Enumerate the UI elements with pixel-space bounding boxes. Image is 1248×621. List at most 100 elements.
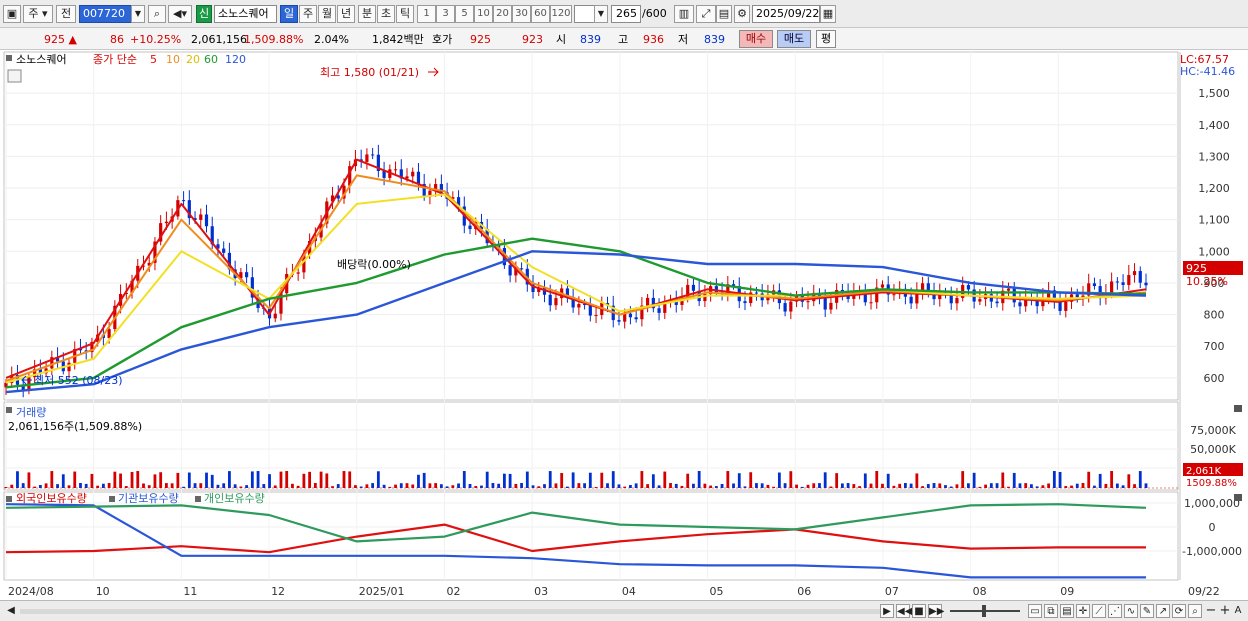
stop-icon[interactable]: ■: [912, 604, 926, 618]
interval-30[interactable]: 30: [512, 5, 531, 23]
zoom-out-icon[interactable]: −: [1204, 604, 1218, 618]
line-tool-icon[interactable]: ⤢: [696, 5, 716, 23]
volume-bar: [61, 474, 65, 488]
pen-icon[interactable]: ✎: [1140, 604, 1154, 618]
candle-body: [508, 265, 512, 276]
close-panel-icon[interactable]: [1234, 405, 1242, 412]
volume-bar: [909, 483, 913, 488]
panel-marker-icon: [109, 496, 115, 502]
interval-5[interactable]: 5: [455, 5, 474, 23]
volume-bar: [1110, 471, 1114, 488]
current-price: 925 ▲: [44, 32, 77, 48]
candle-body: [955, 297, 959, 304]
average-button[interactable]: 평: [816, 30, 836, 48]
volume-y-tick: 75,000K: [1190, 424, 1236, 437]
layout-icon[interactable]: ▣: [3, 5, 21, 23]
volume-bar: [319, 471, 323, 488]
scroll-right-icon[interactable]: ▶: [880, 604, 894, 618]
period-second[interactable]: 초: [377, 5, 395, 23]
candle-body: [1110, 281, 1114, 294]
trendline-icon[interactable]: ⟋: [1092, 604, 1106, 618]
volume-value: 2,061,156: [191, 33, 247, 46]
candle-body: [296, 272, 300, 274]
volume-bar: [79, 483, 82, 488]
period-tick[interactable]: 틱: [396, 5, 414, 23]
period-week[interactable]: 주: [299, 5, 317, 23]
auto-scale-icon[interactable]: A: [1231, 604, 1245, 618]
grid-toggle-icon[interactable]: [7, 69, 22, 83]
interval-20[interactable]: 20: [493, 5, 512, 23]
rewind-icon[interactable]: ◀◀: [896, 604, 912, 618]
candle-body: [789, 301, 793, 312]
volume-bar: [256, 471, 260, 488]
candle-body: [634, 317, 638, 320]
volume-bar: [840, 483, 844, 488]
volume-bar: [176, 472, 180, 488]
speaker-icon[interactable]: ◀▾: [168, 5, 192, 23]
shin-button[interactable]: 신: [196, 5, 212, 23]
zoom-in-icon[interactable]: +: [1218, 604, 1232, 618]
interval-60[interactable]: 60: [531, 5, 550, 23]
table-icon[interactable]: ▤: [1060, 604, 1074, 618]
volume-bar: [1104, 483, 1108, 488]
stock-chart[interactable]: 1,5001,4001,3001,2001,1001,0009008007006…: [0, 50, 1248, 600]
gear-icon[interactable]: ⚙: [734, 5, 750, 23]
search-icon[interactable]: ⌕: [1188, 604, 1202, 618]
holdings-y-tick: -1,000,000: [1182, 545, 1242, 558]
volume-bar: [926, 484, 930, 488]
close-panel-icon[interactable]: [1234, 494, 1242, 501]
wave-icon[interactable]: ∿: [1124, 604, 1138, 618]
price-y-tick: 1,200: [1198, 182, 1230, 195]
interval-120[interactable]: 120: [550, 5, 572, 23]
fast-forward-icon[interactable]: ▶▶: [928, 604, 944, 618]
volume-bar: [514, 483, 518, 488]
arrow-icon[interactable]: ↗: [1156, 604, 1170, 618]
interval-10[interactable]: 10: [474, 5, 493, 23]
volume-bar: [457, 483, 460, 488]
volume-bar: [692, 483, 695, 488]
volume-bar: [749, 472, 753, 488]
buy-button[interactable]: 매수: [739, 30, 773, 48]
volume-bar: [674, 483, 678, 488]
sell-button[interactable]: 매도: [777, 30, 811, 48]
interval-3[interactable]: 3: [436, 5, 455, 23]
quote-bar: 925 ▲ 86 +10.25% 2,061,156 1,509.88% 2.0…: [0, 28, 1248, 50]
volume-bar: [1070, 485, 1073, 488]
type-select[interactable]: 주 ▾: [23, 5, 53, 23]
current-price-badge-text: 925: [1186, 262, 1207, 275]
zoom-slider-handle[interactable]: [982, 605, 986, 617]
redraw-icon[interactable]: ⟳: [1172, 604, 1186, 618]
candle-type-icon[interactable]: ▥: [674, 5, 694, 23]
save-icon[interactable]: ▤: [716, 5, 732, 23]
fib-icon[interactable]: ⋰: [1108, 604, 1122, 618]
period-year[interactable]: 년: [337, 5, 355, 23]
price-y-tick: 1,300: [1198, 150, 1230, 163]
volume-bar: [342, 471, 346, 488]
volume-bar: [875, 471, 879, 488]
period-day[interactable]: 일: [280, 5, 298, 23]
volume-bar: [737, 473, 741, 488]
scroll-track[interactable]: [20, 609, 880, 614]
prev-button[interactable]: 전: [56, 5, 76, 23]
candle-body: [909, 296, 913, 304]
volume-bar: [720, 483, 724, 488]
volume-bar: [27, 472, 31, 488]
volume-bar: [571, 472, 575, 488]
chevron-down-icon[interactable]: ▼: [131, 5, 145, 23]
volume-bar: [291, 483, 294, 488]
date-input[interactable]: 2025/09/22: [752, 5, 820, 23]
interval-1[interactable]: 1: [417, 5, 436, 23]
chevron-down-icon[interactable]: ▼: [594, 5, 608, 23]
period-month[interactable]: 월: [318, 5, 336, 23]
period-minute[interactable]: 분: [358, 5, 376, 23]
volume-bar: [205, 472, 208, 488]
crosshair-icon[interactable]: ✛: [1076, 604, 1090, 618]
scroll-left-icon[interactable]: ◀: [4, 604, 18, 618]
window-icon[interactable]: ▭: [1028, 604, 1042, 618]
search-icon[interactable]: ⌕: [148, 5, 166, 23]
calendar-icon[interactable]: ▦: [820, 5, 836, 23]
holdings-y-tick: 1,000,000: [1184, 497, 1240, 510]
count-input[interactable]: 265: [611, 5, 641, 23]
copy-icon[interactable]: ⧉: [1044, 604, 1058, 618]
volume-bar: [709, 485, 713, 488]
